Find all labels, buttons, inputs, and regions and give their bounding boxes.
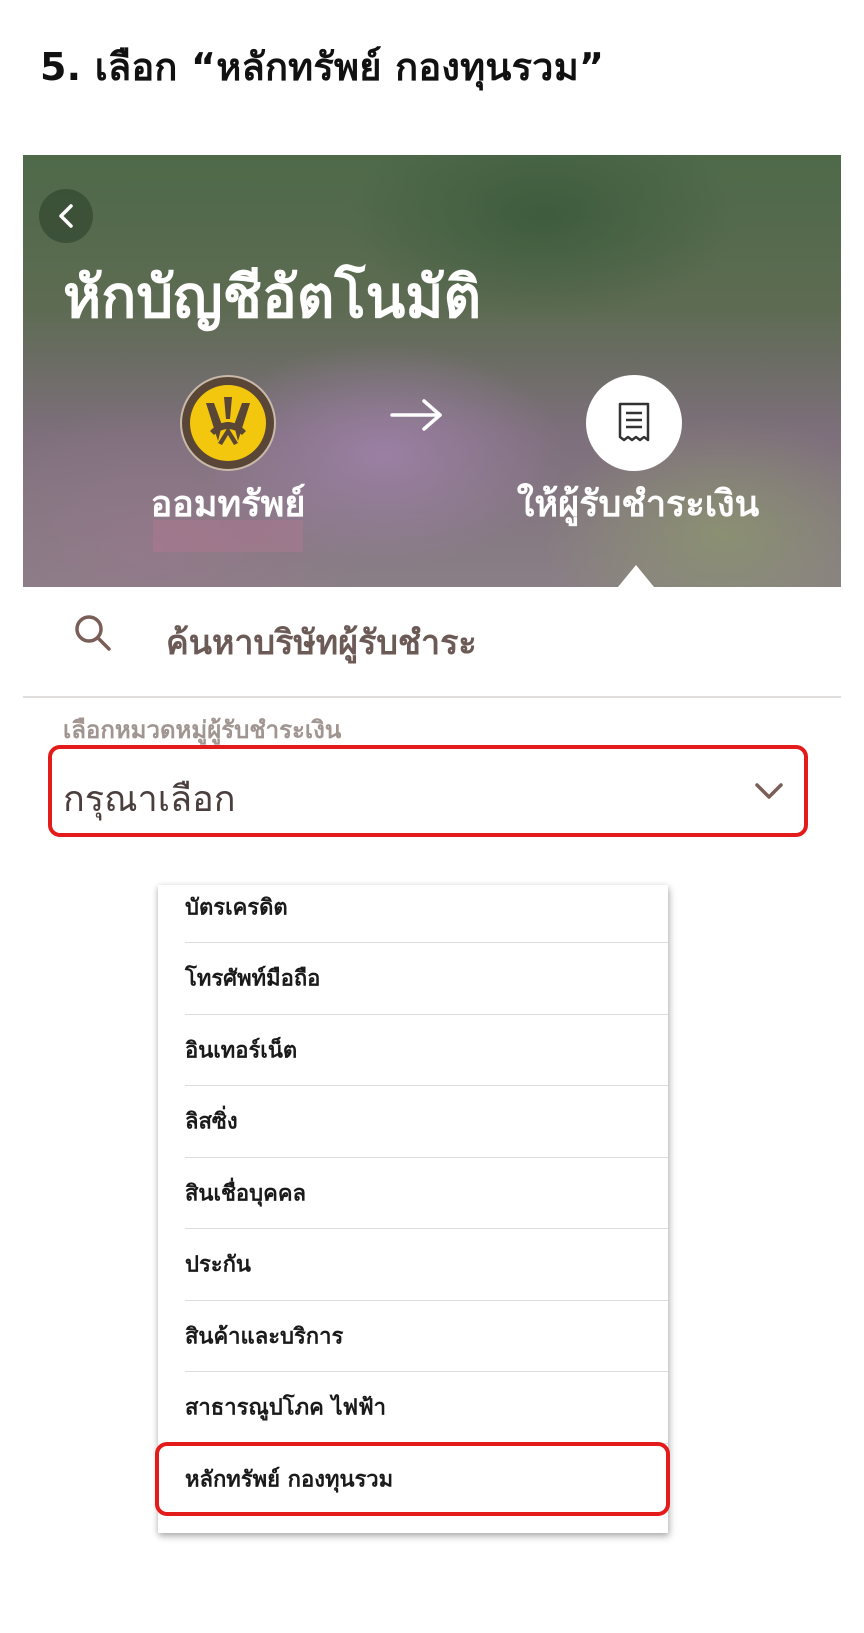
tutorial-page: 5. เลือก “หลักทรัพย์ กองทุนรวม” หักบัญชี… [0, 0, 864, 1633]
krungsri-logo-icon [190, 385, 266, 461]
back-button[interactable] [39, 189, 93, 243]
step-instruction: 5. เลือก “หลักทรัพย์ กองทุนรวม” [40, 45, 605, 89]
dropdown-option-securities-funds[interactable]: หลักทรัพย์ กองทุนรวม [185, 1444, 668, 1516]
dropdown-option[interactable]: สินค้าและบริการ [185, 1301, 668, 1372]
category-select-value: กรุณาเลือก [63, 779, 236, 820]
dropdown-option[interactable]: ลิสซิ่ง [185, 1086, 668, 1158]
dropdown-option[interactable]: บัตรเครดิต [185, 885, 668, 943]
category-label: เลือกหมวดหมู่ผู้รับชำระเงิน [63, 716, 342, 744]
receipt-icon [618, 402, 650, 442]
source-account-label: ออมทรัพย์ [150, 484, 306, 525]
page-title: หักบัญชีอัตโนมัติ [63, 263, 482, 331]
search-icon [75, 615, 111, 651]
bank-logo [180, 375, 276, 471]
destination-icon [586, 375, 682, 471]
header-banner: หักบัญชีอัตโนมัติ ออมทรัพย์ ให้ผู้รับชำร… [23, 155, 841, 587]
category-select[interactable]: กรุณาเลือก [63, 750, 803, 835]
dropdown-option[interactable]: อินเทอร์เน็ต [185, 1015, 668, 1086]
arrow-right-icon [390, 399, 442, 431]
dropdown-option[interactable]: สาธารณูปโภค ไฟฟ้า [185, 1372, 668, 1444]
chevron-down-icon [755, 783, 783, 799]
destination-label: ให้ผู้รับชำระเงิน [516, 484, 760, 525]
search-input[interactable]: ค้นหาบริษัทผู้รับชำระ [166, 615, 477, 669]
dropdown-option[interactable]: สินเชื่อบุคคล [185, 1158, 668, 1229]
category-dropdown: บัตรเครดิต โทรศัพท์มือถือ อินเทอร์เน็ต ล… [158, 885, 668, 1533]
chevron-left-icon [59, 204, 73, 228]
dropdown-option[interactable]: ประกัน [185, 1229, 668, 1301]
search-bar[interactable]: ค้นหาบริษัทผู้รับชำระ [23, 587, 841, 698]
pointer-notch [618, 565, 654, 587]
dropdown-option[interactable]: โทรศัพท์มือถือ [185, 943, 668, 1015]
phone-screen: หักบัญชีอัตโนมัติ ออมทรัพย์ ให้ผู้รับชำร… [23, 155, 841, 885]
